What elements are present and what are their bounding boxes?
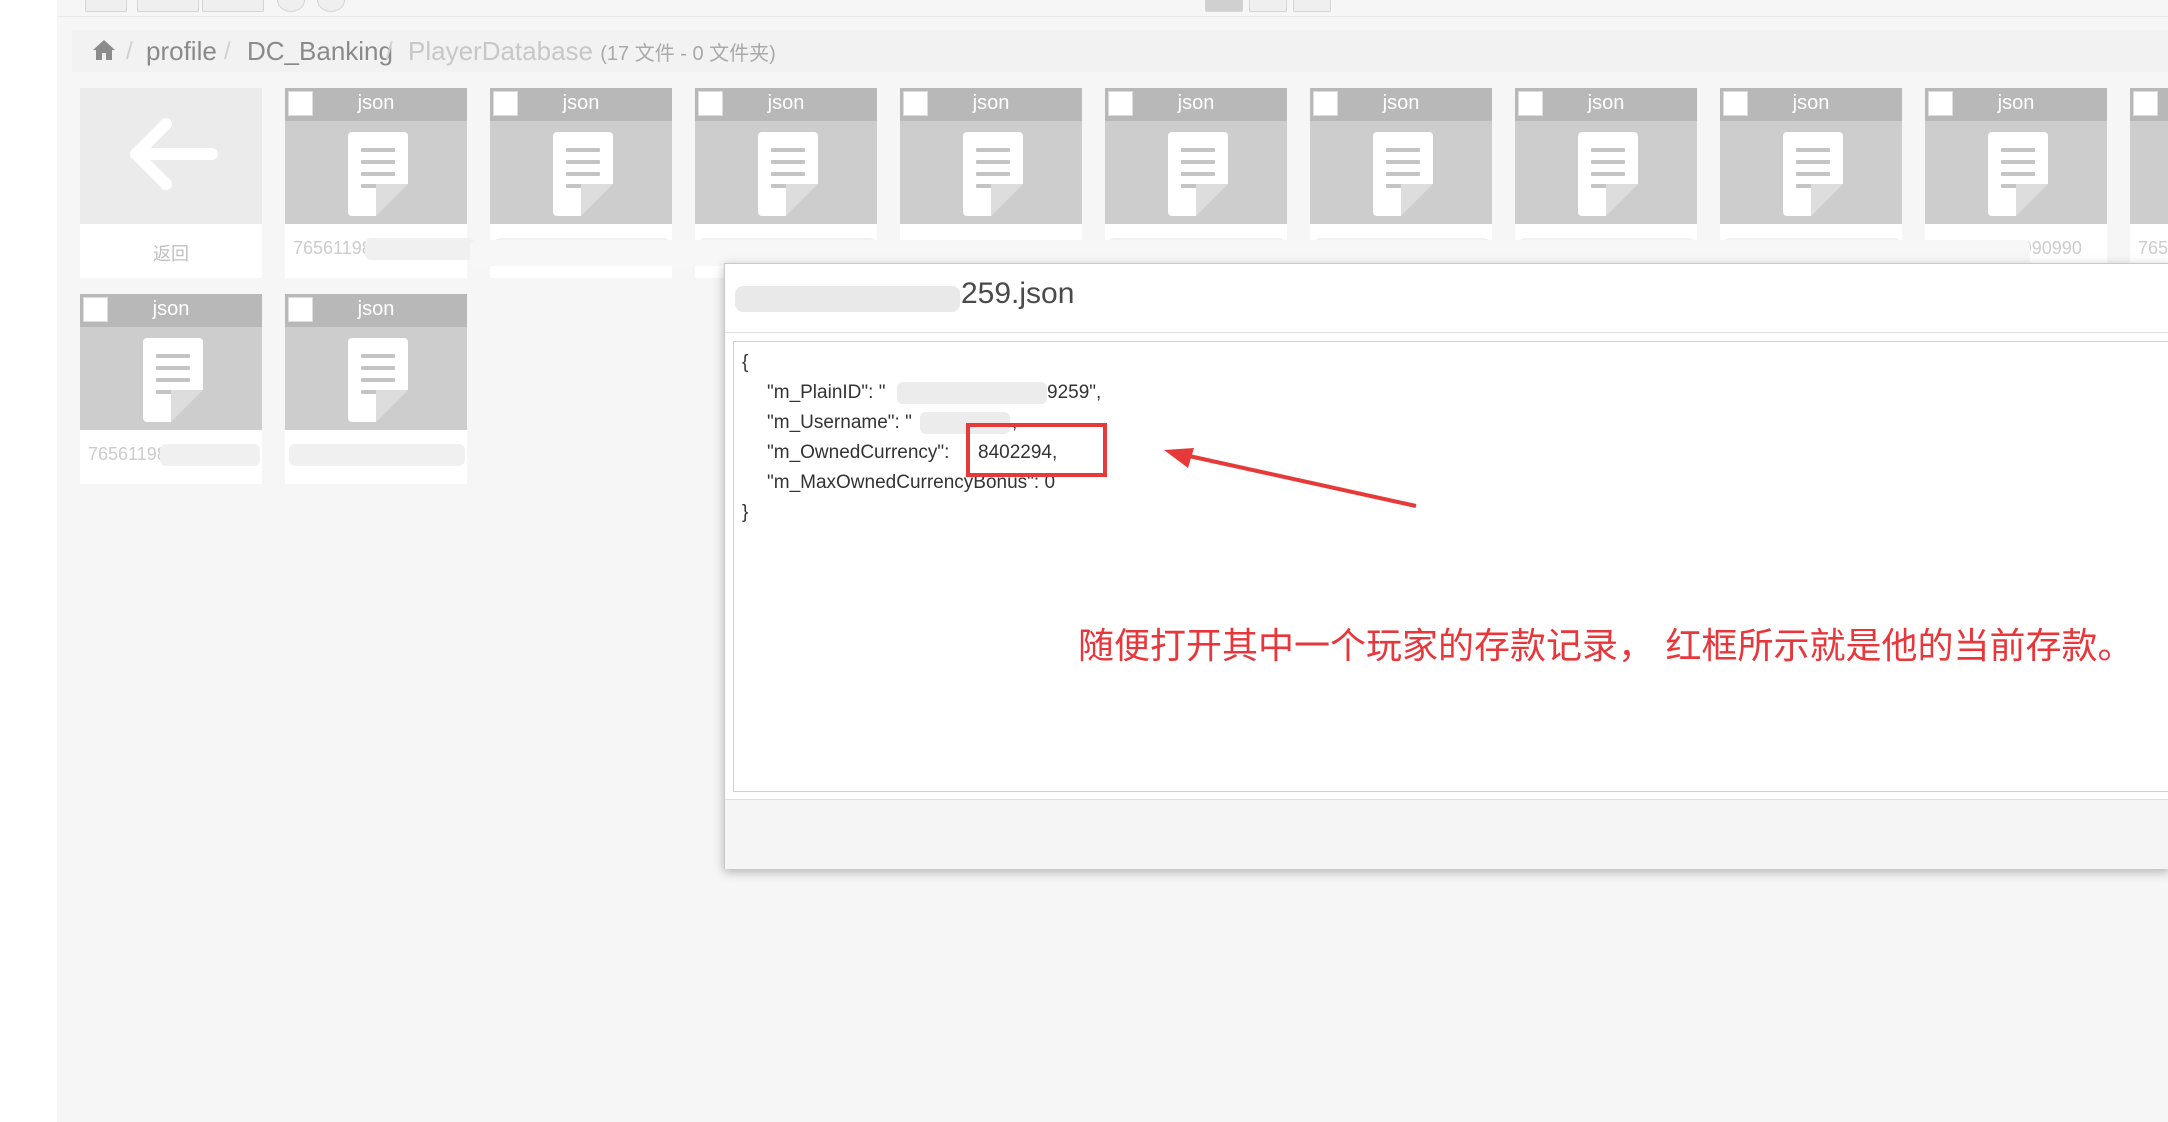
code-owned-currency-key: "m_OwnedCurrency": — [767, 442, 955, 463]
file-tile[interactable]: json 76561198 — [285, 88, 475, 278]
code-open-brace: { — [742, 352, 749, 373]
file-thumbnail: json — [695, 88, 877, 224]
file-checkbox[interactable] — [903, 91, 928, 116]
file-thumbnail: json — [285, 294, 467, 430]
document-icon — [143, 338, 203, 422]
file-thumbnail: json — [1720, 88, 1902, 224]
highlight-box — [966, 423, 1107, 477]
redaction-blur — [289, 444, 465, 466]
back-label: 返回 — [153, 244, 189, 265]
file-checkbox[interactable] — [698, 91, 723, 116]
redaction-blur — [365, 238, 475, 260]
file-checkbox[interactable] — [1723, 91, 1748, 116]
view-toggle-button[interactable] — [1293, 0, 1331, 12]
breadcrumb-current: PlayerDatabase (17 文件 - 0 文件夹) — [408, 36, 776, 67]
dialog-title: 259.json — [961, 277, 1075, 310]
breadcrumb-item-profile[interactable]: profile — [146, 36, 217, 67]
document-icon — [1168, 132, 1228, 216]
file-thumbnail: json — [1515, 88, 1697, 224]
file-tile[interactable]: json 765 — [2130, 88, 2168, 278]
code-plain-id-tail: 9259", — [1047, 382, 1102, 403]
code-username-key: "m_Username": " — [767, 412, 912, 433]
document-icon — [1783, 132, 1843, 216]
redaction-blur — [897, 382, 1047, 404]
breadcrumb: / profile / DC_Banking / PlayerDatabase … — [72, 30, 2168, 72]
file-name: 765 — [2138, 238, 2168, 258]
left-gutter — [0, 0, 57, 1122]
json-editor[interactable]: { "m_PlainID": " 9259", "m_Username": " … — [733, 341, 2168, 792]
toolbar — [57, 0, 2168, 17]
file-checkbox[interactable] — [1518, 91, 1543, 116]
file-checkbox[interactable] — [288, 297, 313, 322]
breadcrumb-separator: / — [126, 38, 133, 65]
toolbar-button[interactable] — [202, 0, 264, 12]
toolbar-button[interactable] — [317, 0, 345, 12]
file-thumbnail: json — [80, 294, 262, 430]
file-thumbnail: json — [900, 88, 1082, 224]
back-arrow-icon — [130, 118, 218, 190]
toolbar-button[interactable] — [277, 0, 305, 12]
file-count: (17 文件 - 0 文件夹) — [600, 43, 776, 65]
file-thumbnail: json — [2130, 88, 2168, 224]
toolbar-button[interactable] — [137, 0, 199, 12]
file-thumbnail: json — [285, 88, 467, 224]
redaction-blur — [160, 444, 260, 466]
document-icon — [1988, 132, 2048, 216]
view-toggle-button[interactable] — [1249, 0, 1287, 12]
file-checkbox[interactable] — [83, 297, 108, 322]
back-tile-thumbnail — [80, 88, 262, 224]
document-icon — [1578, 132, 1638, 216]
dialog-footer — [725, 799, 2168, 869]
document-icon — [348, 132, 408, 216]
home-icon[interactable] — [92, 39, 116, 61]
file-thumbnail: json — [490, 88, 672, 224]
annotation-arrow-icon — [1164, 448, 1417, 508]
file-checkbox[interactable] — [288, 91, 313, 116]
breadcrumb-item-playerdatabase: PlayerDatabase — [408, 36, 593, 66]
dialog-title-bar: 259.json — [725, 264, 2168, 333]
file-tile[interactable]: json — [285, 294, 467, 484]
redaction-blur — [735, 286, 960, 312]
code-close-brace: } — [742, 502, 749, 523]
file-thumbnail: json — [1925, 88, 2107, 224]
file-checkbox[interactable] — [1928, 91, 1953, 116]
annotation-text: 随便打开其中一个玩家的存款记录， 红框所示就是他的当前存款。 — [1078, 626, 2134, 667]
file-checkbox[interactable] — [1313, 91, 1338, 116]
file-checkbox[interactable] — [1108, 91, 1133, 116]
file-tile[interactable]: json 76561198 — [80, 294, 262, 484]
document-icon — [348, 338, 408, 422]
back-tile[interactable]: 返回 — [80, 88, 262, 278]
breadcrumb-separator: / — [224, 38, 231, 65]
file-thumbnail: json — [1310, 88, 1492, 224]
file-thumbnail: json — [1105, 88, 1287, 224]
breadcrumb-item-dc-banking[interactable]: DC_Banking — [247, 36, 393, 67]
document-icon — [758, 132, 818, 216]
code-plain-id-key: "m_PlainID": " — [767, 382, 886, 403]
document-icon — [963, 132, 1023, 216]
toolbar-button[interactable] — [85, 0, 127, 12]
document-icon — [553, 132, 613, 216]
file-preview-dialog: 259.json { "m_PlainID": " 9259", "m_User… — [724, 263, 2168, 869]
view-toggle-button[interactable] — [1205, 0, 1243, 12]
file-checkbox[interactable] — [2133, 91, 2158, 116]
file-checkbox[interactable] — [493, 91, 518, 116]
breadcrumb-separator: / — [386, 38, 393, 65]
document-icon — [1373, 132, 1433, 216]
